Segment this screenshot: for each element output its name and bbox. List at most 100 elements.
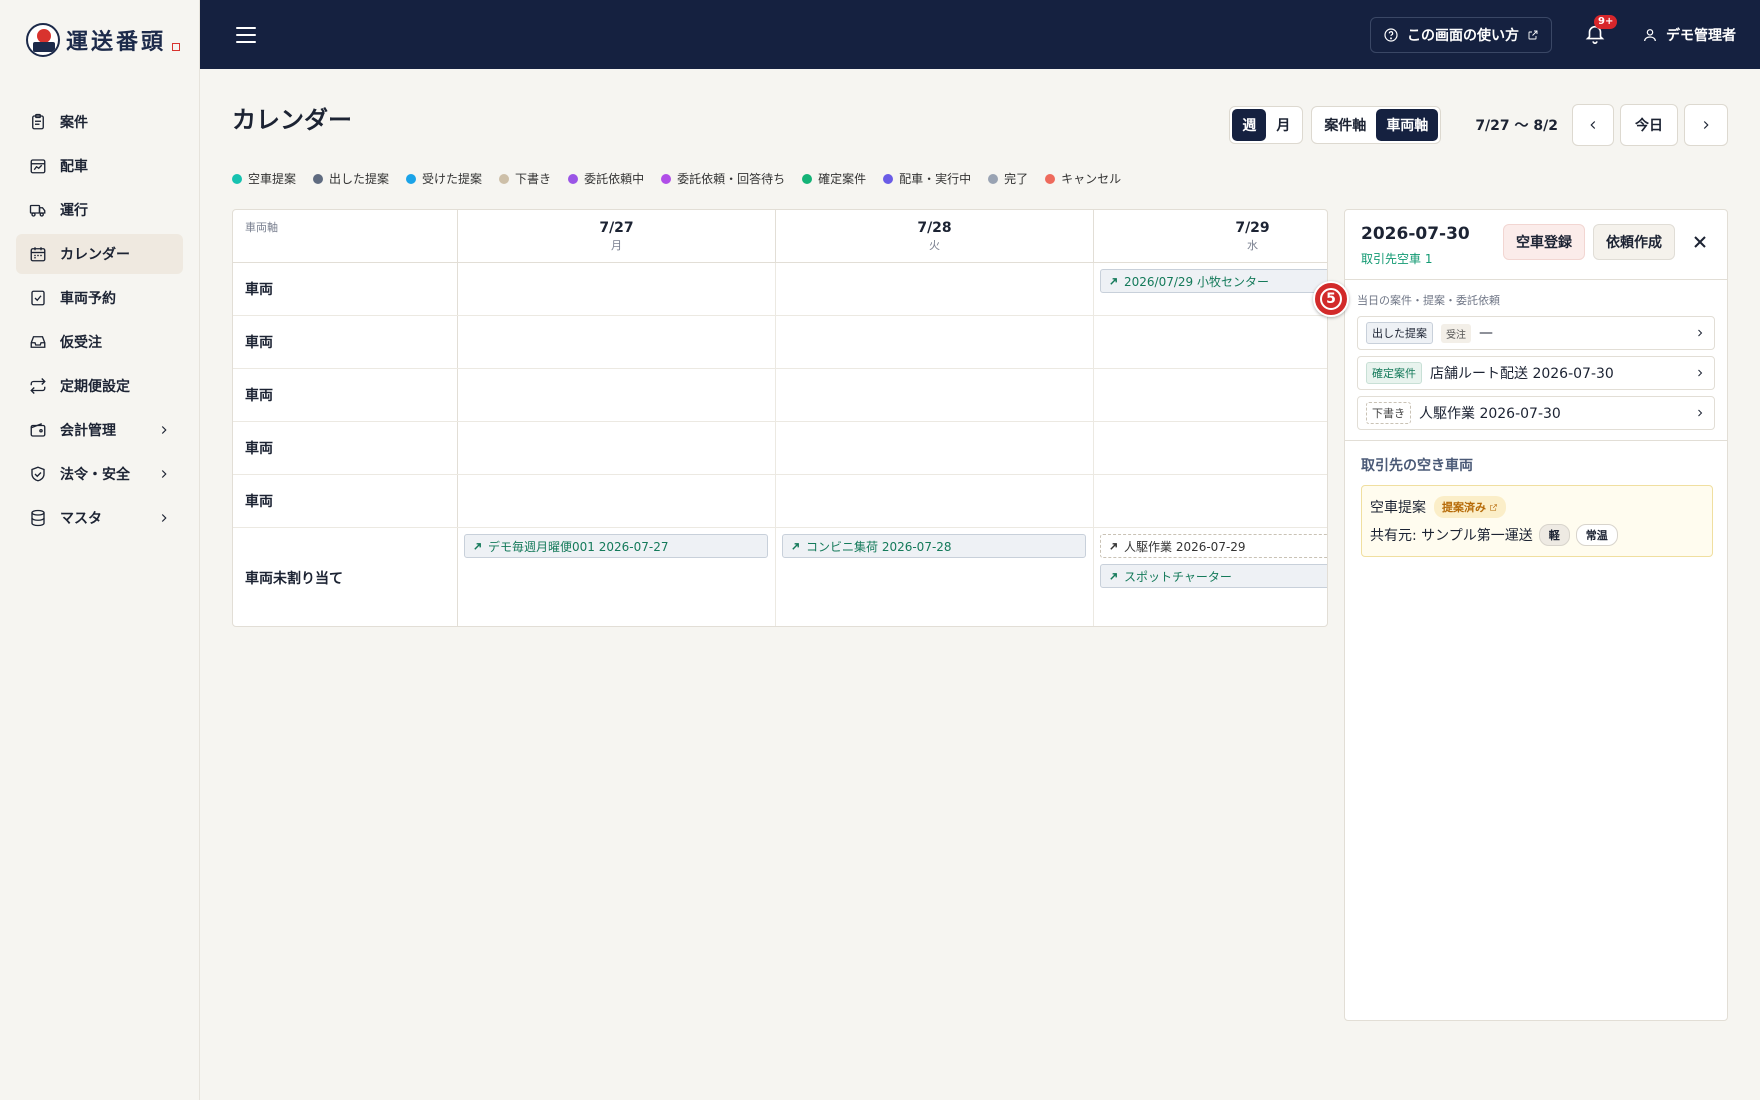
day-cell[interactable] (1094, 422, 1327, 474)
status-legend: 空車提案 出した提案 受けた提案 下書き 委託依頼中 委託依頼・回答待ち 確定案… (232, 170, 1121, 187)
sidebar-item-label: 運行 (60, 203, 88, 219)
event-title: コンビニ集荷 2026-07-28 (806, 539, 952, 554)
row-label: 車両 (233, 316, 458, 368)
vacancy-card[interactable]: 空車提案 提案済み 共有元: サンプル第一運送 軽 常温 (1361, 485, 1713, 557)
user-name: デモ管理者 (1666, 27, 1736, 44)
tutorial-step-marker: 5 (1313, 281, 1349, 317)
day-cell[interactable] (776, 263, 1094, 315)
axis-case-button[interactable]: 案件軸 (1314, 109, 1376, 141)
list-item[interactable]: 出した提案 受注 — (1357, 316, 1715, 350)
chevron-left-icon (1590, 121, 1596, 129)
today-button[interactable]: 今日 (1620, 104, 1678, 146)
legend-dot (313, 173, 324, 184)
vacancy-type: 空車提案 (1370, 500, 1426, 516)
sidebar-item-operation[interactable]: 運行 (16, 190, 183, 230)
sidebar-item-cases[interactable]: 案件 (16, 102, 183, 142)
day-cell[interactable] (1094, 369, 1327, 421)
legend-label: 完了 (1004, 172, 1029, 186)
app-logo[interactable]: 運送番頭 (0, 0, 199, 80)
day-cell[interactable] (458, 422, 776, 474)
day-cell[interactable]: コンビニ集荷 2026-07-28 (776, 528, 1094, 626)
day-cell[interactable] (1094, 475, 1327, 527)
unassigned-row: 車両未割り当て デモ毎週月曜便001 2026-07-27 コンビニ集荷 202… (233, 528, 1327, 626)
day-cell[interactable] (776, 316, 1094, 368)
calendar-event[interactable]: デモ毎週月曜便001 2026-07-27 (464, 534, 768, 558)
shield-check-icon (28, 464, 48, 484)
help-button-label: この画面の使い方 (1407, 27, 1519, 44)
list-item[interactable]: 確定案件 店舗ルート配送 2026-07-30 (1357, 356, 1715, 390)
calendar-event-draft[interactable]: 人駆作業 2026-07-29 (1100, 534, 1327, 558)
proposal-status-badge[interactable]: 提案済み (1434, 496, 1506, 518)
sidebar: 運送番頭 案件 配車 運行 カレンダー 車両予約 仮受注 定期便設定 会計管理 … (0, 0, 200, 1100)
wallet-icon (28, 420, 48, 440)
event-title: デモ毎週月曜便001 2026-07-27 (488, 539, 669, 554)
sidebar-item-dispatch[interactable]: 配車 (16, 146, 183, 186)
create-request-button[interactable]: 依頼作成 (1593, 224, 1675, 260)
sidebar-item-provisional-order[interactable]: 仮受注 (16, 322, 183, 362)
sidebar-item-accounting[interactable]: 会計管理 (16, 410, 183, 450)
status-tag: 下書き (1366, 402, 1411, 424)
legend-label: 委託依頼中 (584, 172, 645, 186)
sidebar-item-vehicle-reservation[interactable]: 車両予約 (16, 278, 183, 318)
axis-vehicle-button[interactable]: 車両軸 (1376, 109, 1439, 141)
day-cell[interactable] (458, 369, 776, 421)
calendar-event[interactable]: スポットチャーター (1100, 564, 1327, 588)
view-month-button[interactable]: 月 (1266, 109, 1300, 141)
sidebar-item-master[interactable]: マスタ (16, 498, 183, 538)
list-item[interactable]: 下書き 人駆作業 2026-07-30 (1357, 396, 1715, 430)
logo-seal-icon (172, 43, 181, 51)
day-weekday: 月 (611, 239, 622, 252)
day-cell[interactable] (458, 316, 776, 368)
shared-from: 共有元: サンプル第一運送 (1370, 528, 1533, 544)
sidebar-item-calendar[interactable]: カレンダー (16, 234, 183, 274)
calendar-event[interactable]: コンビニ集荷 2026-07-28 (782, 534, 1086, 558)
arrow-up-right-icon (474, 542, 481, 550)
view-week-button[interactable]: 週 (1232, 109, 1267, 141)
sidebar-item-compliance-safety[interactable]: 法令・安全 (16, 454, 183, 494)
item-text: 店舗ルート配送 2026-07-30 (1430, 366, 1614, 382)
close-icon[interactable] (1689, 231, 1711, 253)
sidebar-item-label: 案件 (60, 115, 88, 131)
legend-item: 配車・実行中 (883, 170, 971, 187)
chevron-right-icon (157, 467, 171, 481)
legend-label: 受けた提案 (422, 172, 483, 186)
row-label: 車両 (233, 263, 458, 315)
day-cell[interactable] (1094, 316, 1327, 368)
user-menu[interactable]: デモ管理者 (1642, 25, 1736, 45)
day-cell[interactable] (776, 475, 1094, 527)
panel-vacancy-count[interactable]: 取引先空車 1 (1361, 250, 1470, 267)
vacancy-section-title: 取引先の空き車両 (1361, 458, 1473, 474)
help-button[interactable]: この画面の使い方 (1370, 16, 1552, 53)
notifications-button[interactable]: 9+ (1584, 14, 1618, 47)
sub-tag: 受注 (1441, 323, 1471, 343)
chevron-right-icon (1694, 327, 1706, 339)
event-title: 人駆作業 2026-07-29 (1124, 539, 1246, 554)
event-title: 2026/07/29 小牧センター (1124, 274, 1269, 289)
legend-item: 委託依頼中 (568, 170, 644, 187)
legend-dot (568, 173, 579, 184)
row-label: 車両未割り当て (233, 528, 458, 626)
menu-toggle-icon[interactable] (236, 26, 256, 43)
day-cell[interactable] (458, 475, 776, 527)
vehicle-row: 車両 2026/07/29 小牧センター (233, 263, 1327, 316)
register-vacancy-button[interactable]: 空車登録 (1503, 224, 1585, 260)
day-cell[interactable]: 人駆作業 2026-07-29 スポットチャーター (1094, 528, 1327, 626)
arrow-up-right-icon (792, 542, 799, 550)
day-cell[interactable] (776, 369, 1094, 421)
arrow-up-right-icon (1110, 542, 1117, 550)
next-week-button[interactable] (1684, 104, 1728, 146)
day-cell[interactable] (458, 263, 776, 315)
sidebar-item-label: 車両予約 (60, 291, 116, 307)
logo-mark-icon (26, 23, 60, 57)
legend-dot (661, 173, 672, 184)
day-header: 7/28 火 (776, 210, 1094, 263)
calendar-event[interactable]: 2026/07/29 小牧センター (1100, 269, 1327, 293)
external-link-icon (1528, 30, 1538, 39)
truck-icon (28, 200, 48, 220)
status-tag: 確定案件 (1366, 362, 1422, 384)
day-cell[interactable]: デモ毎週月曜便001 2026-07-27 (458, 528, 776, 626)
day-cell[interactable] (776, 422, 1094, 474)
sidebar-item-scheduled-service[interactable]: 定期便設定 (16, 366, 183, 406)
prev-week-button[interactable] (1572, 104, 1614, 146)
day-cell[interactable]: 2026/07/29 小牧センター (1094, 263, 1327, 315)
